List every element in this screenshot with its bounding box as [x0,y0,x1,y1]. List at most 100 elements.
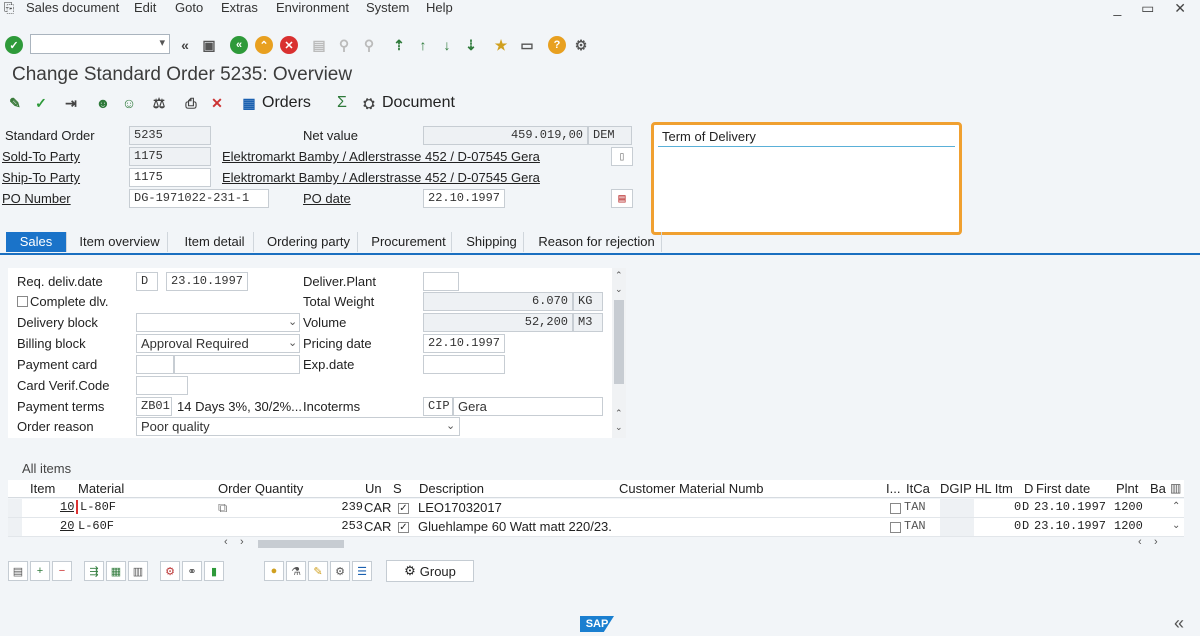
s-checkbox[interactable]: ✓ [398,503,409,514]
pricing-date-field[interactable]: 22.10.1997 [423,334,505,353]
col-un[interactable]: Un [365,481,382,496]
col-material[interactable]: Material [78,481,124,496]
orders-button[interactable]: Orders [262,94,311,112]
col-s[interactable]: S [393,481,402,496]
tab-sales[interactable]: Sales [6,232,67,252]
select-all-icon[interactable]: ⇶ [84,561,104,581]
date-type-field[interactable]: D [136,272,158,291]
exp-date-field[interactable] [423,355,505,374]
col-d[interactable]: D [1024,481,1033,496]
req-deliv-date-field[interactable]: 23.10.1997 [166,272,248,291]
details-icon[interactable]: ▤ [8,561,28,581]
po-number-field[interactable]: DG-1971022-231-1 [129,189,269,208]
menu-goto[interactable]: Goto [175,0,203,15]
exit-icon[interactable]: ⌃ [255,36,273,54]
delete-row-icon[interactable]: − [52,561,72,581]
chevron-down-icon[interactable]: ⌄ [1172,520,1180,531]
cancel-icon[interactable]: ✕ [280,36,298,54]
material[interactable]: L-60F [76,519,114,533]
tab-procurement[interactable]: Procurement [366,232,452,252]
sold-to-address[interactable]: Elektromarkt Bamby / Adlerstrasse 452 / … [222,149,540,164]
menu-edit[interactable]: Edit [134,0,156,15]
menu-system[interactable]: System [366,0,409,15]
create-session-icon[interactable]: ★ [492,36,510,54]
last-page-icon[interactable]: ⇣ [462,36,480,54]
save-icon[interactable]: ▣ [200,36,218,54]
check-icon[interactable]: ✓ [32,94,50,112]
chevron-left-icon[interactable]: ‹ [1138,536,1142,548]
payment-card-field[interactable] [174,355,300,374]
complete-dlv-checkbox[interactable] [17,296,28,307]
chevron-down-icon[interactable]: ⌄ [288,315,297,328]
item-number[interactable]: 10 [60,500,74,514]
first-page-icon[interactable]: ⇡ [390,36,408,54]
deselect-all-icon[interactable]: ▥ [128,561,148,581]
col-ba[interactable]: Ba [1150,481,1166,496]
attachment-icon[interactable]: ▤ [611,189,633,208]
scroll-thumb[interactable] [258,540,344,548]
po-date-label[interactable]: PO date [303,191,351,206]
tab-ordering-party[interactable]: Ordering party [260,232,358,252]
balance-icon[interactable]: ⚖ [150,94,168,112]
schedule-icon[interactable]: ⚗ [286,561,306,581]
i-checkbox[interactable] [890,503,901,514]
output-icon[interactable]: ⎙ [182,94,200,112]
menu-icon[interactable]: ⎘ [4,0,14,16]
shortcut-icon[interactable]: ▭ [518,36,536,54]
person-icon[interactable]: ☺ [120,94,138,112]
chevron-up-icon[interactable]: ⌃ [1172,501,1180,512]
plant[interactable]: 1200 [1114,519,1143,533]
material[interactable]: L-80F [76,500,116,514]
description[interactable]: Gluehlampe 60 Watt matt 220/23... [418,519,613,534]
document-icon[interactable]: ▯ [611,147,633,166]
configuration-icon[interactable]: ⚙ [160,561,180,581]
col-hl-itm[interactable]: HL Itm [975,481,1013,496]
ship-to-address[interactable]: Elektromarkt Bamby / Adlerstrasse 452 / … [222,170,540,185]
chevron-right-icon[interactable]: › [1154,536,1158,548]
horizontal-scrollbar[interactable]: ‹ › ‹ › [218,536,1158,550]
first-date[interactable]: 23.10.1997 [1034,500,1106,514]
command-field[interactable]: ▾ [30,34,170,54]
delivery-block-select[interactable] [136,313,300,332]
sold-to-field[interactable]: 1175 [129,147,211,166]
tab-item-overview[interactable]: Item overview [72,232,168,252]
row-selector[interactable] [8,518,22,536]
ship-to-label[interactable]: Ship-To Party [2,170,80,185]
document-icon[interactable]: ⛭ [360,94,378,112]
order-quantity[interactable]: 239 [238,500,363,514]
table-row[interactable]: 10 L-80F ⧉ 239 CAR ✓ LEO17032017 TAN 0 D… [8,499,1184,518]
deliver-plant-field[interactable] [423,272,459,291]
sort-icon[interactable]: ☰ [352,561,372,581]
first-date[interactable]: 23.10.1997 [1034,519,1106,533]
chevron-left-icon[interactable]: ‹ [224,536,228,548]
previous-page-icon[interactable]: ↑ [414,36,432,54]
col-itca[interactable]: ItCa [906,481,930,496]
tab-reason-for-rejection[interactable]: Reason for rejection [532,232,662,252]
payment-card-type-field[interactable] [136,355,174,374]
tab-shipping[interactable]: Shipping [460,232,524,252]
s-checkbox[interactable]: ✓ [398,522,409,533]
table-row[interactable]: 20 L-60F 253 CAR ✓ Gluehlampe 60 Watt ma… [8,518,1184,537]
delete-icon[interactable]: ✕ [208,94,226,112]
find-next-icon[interactable]: ⚲ [360,36,378,54]
col-first-date[interactable]: First date [1036,481,1090,496]
batch-icon[interactable]: ⚙ [330,561,350,581]
menu-environment[interactable]: Environment [276,0,349,15]
collapse-status-icon[interactable]: « [1174,613,1184,634]
row-selector[interactable] [8,499,22,517]
card-verif-field[interactable] [136,376,188,395]
window-controls[interactable]: _ ▭ ✕ [1113,0,1194,17]
find-icon[interactable]: ⚲ [335,36,353,54]
payment-terms-code[interactable]: ZB01 [136,397,172,416]
sum-icon[interactable]: Σ [337,94,347,112]
col-i[interactable]: I... [886,481,900,496]
document-button[interactable]: Document [382,94,455,112]
chevron-down-icon[interactable]: ⌄ [615,422,623,433]
menu-help[interactable]: Help [426,0,453,15]
col-dgip[interactable]: DGIP [940,481,972,496]
group-button[interactable]: ⚙ Group [386,560,474,582]
billing-block-select[interactable]: Approval Required [136,334,300,353]
term-of-delivery-box[interactable]: Term of Delivery [651,122,962,235]
enter-icon[interactable]: ✓ [5,36,23,54]
menu-extras[interactable]: Extras [221,0,258,15]
